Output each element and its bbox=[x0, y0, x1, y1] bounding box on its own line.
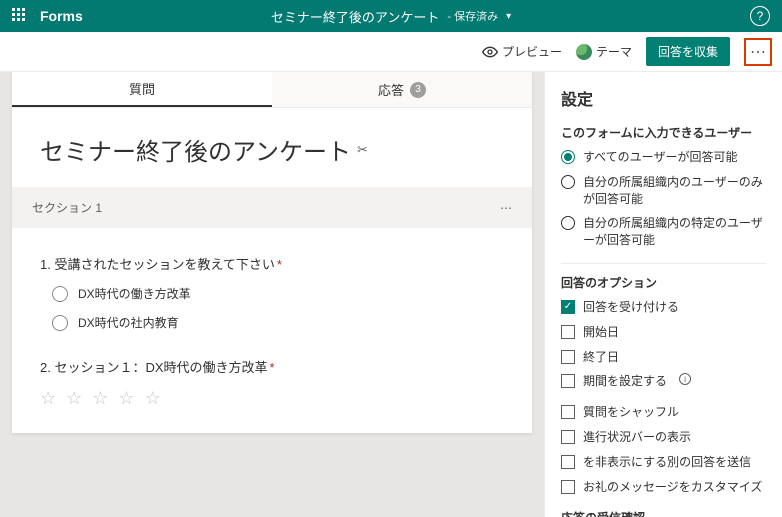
theme-button[interactable]: テーマ bbox=[576, 43, 632, 60]
section-label: セクション 1 bbox=[32, 199, 102, 216]
who-option-org[interactable]: 自分の所属組織内のユーザーのみが回答可能 bbox=[561, 174, 766, 208]
tab-responses[interactable]: 応答 3 bbox=[272, 72, 532, 107]
submit-another-toggle[interactable]: を非表示にする別の回答を送信 bbox=[561, 454, 766, 471]
radio-icon bbox=[52, 315, 68, 331]
settings-title: 設定 bbox=[561, 86, 766, 110]
duration-label: 期間を設定する bbox=[583, 373, 667, 390]
radio-icon bbox=[561, 216, 575, 230]
required-mark: * bbox=[277, 257, 282, 272]
radio-icon bbox=[561, 150, 575, 164]
tab-questions-label: 質問 bbox=[129, 79, 155, 98]
who-opt3-label: 自分の所属組織内の特定のユーザーが回答可能 bbox=[583, 215, 766, 249]
progress-label: 進行状況バーの表示 bbox=[583, 429, 691, 446]
star-icon[interactable]: ☆ bbox=[145, 388, 161, 409]
response-options-group: 回答のオプション ✓ 回答を受け付ける 開始日 終了日 期間を設定する i 質問をシ… bbox=[561, 274, 766, 495]
checkbox-icon bbox=[561, 374, 575, 388]
receipt-title: 応答の受信確認 bbox=[561, 509, 766, 517]
checkbox-icon bbox=[561, 350, 575, 364]
app-launcher-icon[interactable] bbox=[12, 8, 28, 24]
palette-icon bbox=[576, 44, 592, 60]
q2-text: セッション１：DX時代の働き方改革 bbox=[54, 360, 267, 375]
another-label: を非表示にする別の回答を送信 bbox=[583, 454, 751, 471]
end-date-label: 終了日 bbox=[583, 349, 619, 366]
checkbox-icon bbox=[561, 480, 575, 494]
accept-label: 回答を受け付ける bbox=[583, 299, 679, 316]
q1-text: 受講されたセッションを教えて下さい bbox=[54, 257, 274, 272]
start-date-toggle[interactable]: 開始日 bbox=[561, 324, 766, 341]
required-mark: * bbox=[270, 360, 275, 375]
info-icon[interactable]: i bbox=[679, 373, 691, 385]
receipt-group: 応答の受信確認 送信後に応答の受信を許可する 各回答の通知をメールで受け取る bbox=[561, 509, 766, 517]
shuffle-toggle[interactable]: 質問をシャッフル bbox=[561, 404, 766, 421]
toolbar: プレビュー テーマ 回答を収集 ⋯ bbox=[0, 32, 782, 72]
star-icon[interactable]: ☆ bbox=[66, 388, 82, 409]
start-date-label: 開始日 bbox=[583, 324, 619, 341]
save-status: - 保存済み bbox=[447, 8, 498, 24]
q1-opt1-label: DX時代の働き方改革 bbox=[78, 285, 191, 302]
custom-thanks-label: お礼のメッセージをカスタマイズ bbox=[583, 479, 762, 496]
responses-count-badge: 3 bbox=[410, 82, 426, 98]
question-2[interactable]: 2. セッション１：DX時代の働き方改革* ☆ ☆ ☆ ☆ ☆ bbox=[40, 357, 504, 409]
accept-responses-toggle[interactable]: ✓ 回答を受け付ける bbox=[561, 299, 766, 316]
more-options-button[interactable]: ⋯ bbox=[744, 38, 772, 66]
chevron-down-icon: ▾ bbox=[506, 11, 511, 22]
eye-icon bbox=[482, 44, 498, 60]
form-title-text: セミナー終了後のアンケート bbox=[271, 7, 439, 26]
checkbox-icon bbox=[561, 325, 575, 339]
q1-option-1[interactable]: DX時代の働き方改革 bbox=[52, 285, 504, 302]
settings-panel: 設定 このフォームに入力できるユーザー すべてのユーザーが回答可能 自分の所属組… bbox=[544, 72, 782, 517]
checkbox-icon bbox=[561, 430, 575, 444]
radio-icon bbox=[561, 175, 575, 189]
q1-option-2[interactable]: DX時代の社内教育 bbox=[52, 314, 504, 331]
q1-number: 1. bbox=[40, 257, 51, 272]
star-icon[interactable]: ☆ bbox=[118, 388, 134, 409]
tabs: 質問 応答 3 bbox=[12, 72, 532, 108]
question-1[interactable]: 1. 受講されたセッションを教えて下さい* DX時代の働き方改革 DX時代の社内… bbox=[40, 254, 504, 331]
brand-label: Forms bbox=[40, 8, 83, 24]
theme-label: テーマ bbox=[596, 43, 632, 60]
who-option-anyone[interactable]: すべてのユーザーが回答可能 bbox=[561, 149, 766, 166]
section-more-icon[interactable]: ⋯ bbox=[500, 201, 512, 215]
collect-responses-button[interactable]: 回答を収集 bbox=[646, 37, 730, 66]
form-title-bar[interactable]: セミナー終了後のアンケート - 保存済み ▾ bbox=[271, 7, 511, 26]
preview-label: プレビュー bbox=[502, 43, 562, 60]
who-title: このフォームに入力できるユーザー bbox=[561, 124, 766, 141]
form-canvas: 質問 応答 3 セミナー終了後のアンケート ✂︎ セクション 1 ⋯ 1. 受講… bbox=[0, 72, 544, 517]
form-title-input[interactable]: セミナー終了後のアンケート ✂︎ bbox=[40, 132, 504, 167]
q2-number: 2. bbox=[40, 360, 51, 375]
rating-stars: ☆ ☆ ☆ ☆ ☆ bbox=[40, 388, 504, 409]
resp-options-title: 回答のオプション bbox=[561, 274, 766, 291]
checkbox-icon bbox=[561, 455, 575, 469]
divider bbox=[561, 263, 766, 264]
star-icon[interactable]: ☆ bbox=[92, 388, 108, 409]
shuffle-label: 質問をシャッフル bbox=[583, 404, 679, 421]
end-date-toggle[interactable]: 終了日 bbox=[561, 349, 766, 366]
q1-opt2-label: DX時代の社内教育 bbox=[78, 314, 179, 331]
who-opt2-label: 自分の所属組織内のユーザーのみが回答可能 bbox=[583, 174, 766, 208]
radio-icon bbox=[52, 286, 68, 302]
checkbox-icon: ✓ bbox=[561, 300, 575, 314]
who-option-specific[interactable]: 自分の所属組織内の特定のユーザーが回答可能 bbox=[561, 215, 766, 249]
tab-questions[interactable]: 質問 bbox=[12, 72, 272, 107]
preview-button[interactable]: プレビュー bbox=[482, 43, 562, 60]
progress-bar-toggle[interactable]: 進行状況バーの表示 bbox=[561, 429, 766, 446]
who-opt1-label: すべてのユーザーが回答可能 bbox=[583, 149, 737, 166]
duration-toggle[interactable]: 期間を設定する i bbox=[561, 373, 766, 390]
star-icon[interactable]: ☆ bbox=[40, 388, 56, 409]
who-can-respond-group: このフォームに入力できるユーザー すべてのユーザーが回答可能 自分の所属組織内の… bbox=[561, 124, 766, 249]
scissors-icon: ✂︎ bbox=[357, 142, 368, 158]
app-header: Forms セミナー終了後のアンケート - 保存済み ▾ ? bbox=[0, 0, 782, 32]
section-header[interactable]: セクション 1 ⋯ bbox=[12, 187, 532, 228]
form-title-text-main: セミナー終了後のアンケート bbox=[40, 132, 351, 167]
tab-responses-label: 応答 bbox=[378, 80, 404, 99]
custom-thanks-toggle[interactable]: お礼のメッセージをカスタマイズ bbox=[561, 479, 766, 496]
help-button[interactable]: ? bbox=[750, 6, 770, 26]
checkbox-icon bbox=[561, 405, 575, 419]
